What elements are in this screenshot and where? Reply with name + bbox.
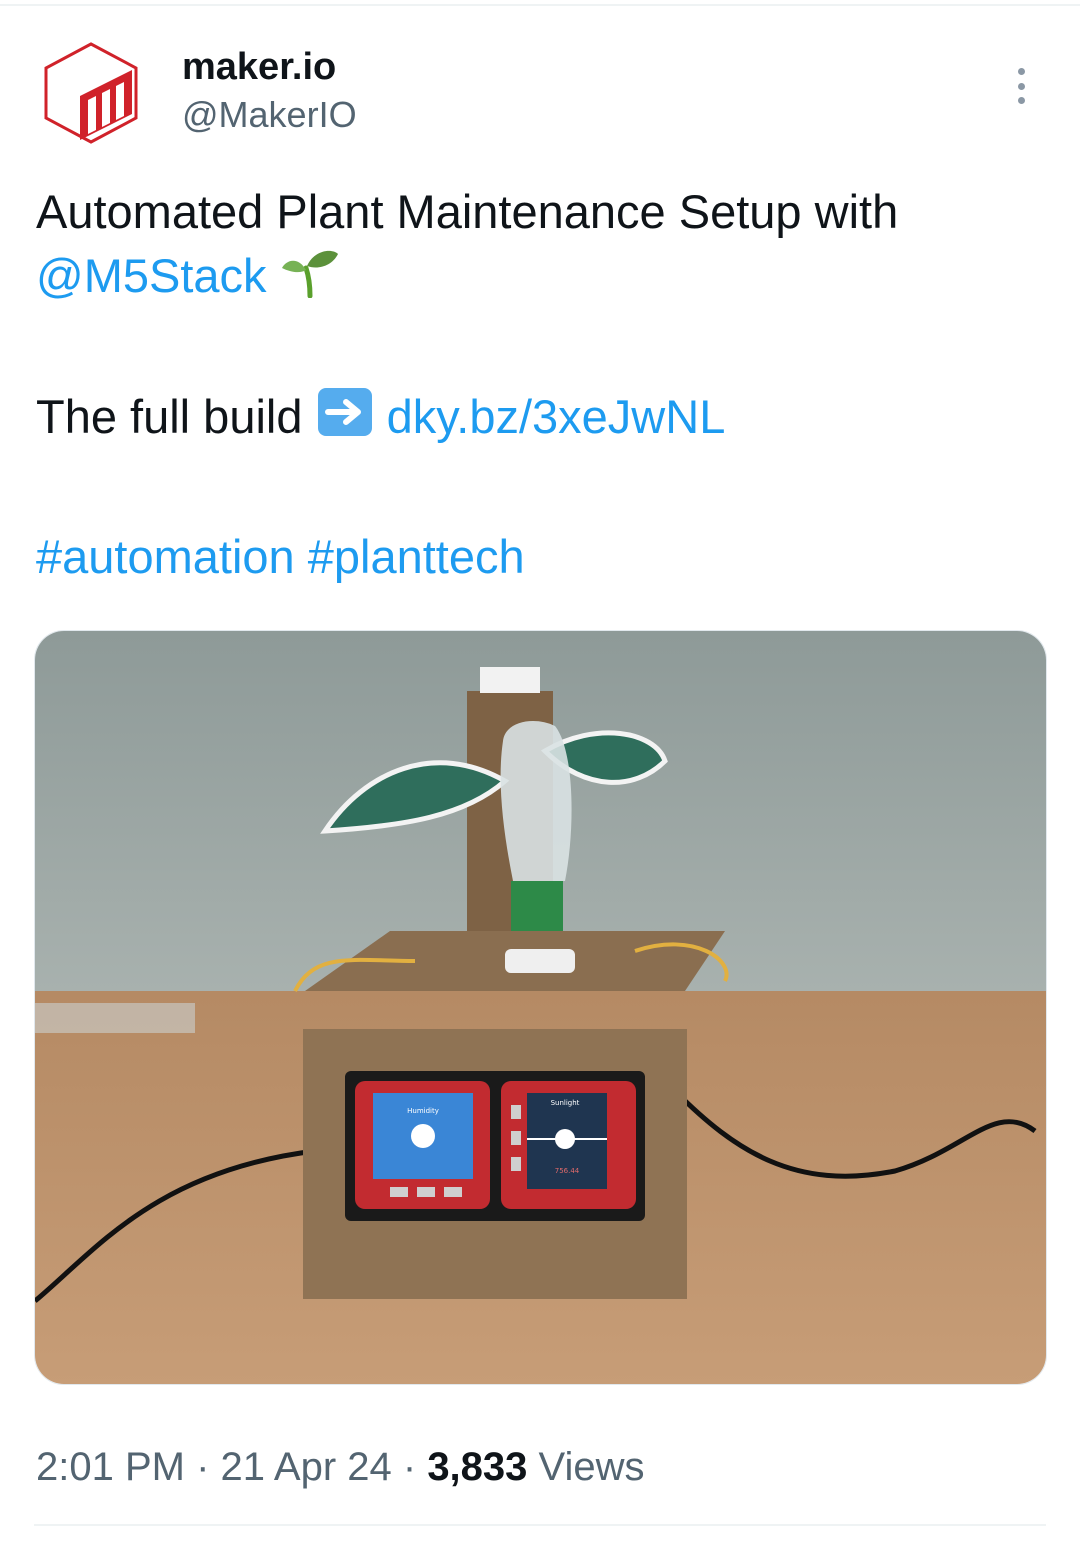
- dot: [1017, 82, 1025, 90]
- right-screen-label: Sunlight: [551, 1099, 580, 1107]
- seedling-emoji: [280, 246, 340, 314]
- views-label[interactable]: Views: [527, 1445, 645, 1489]
- views-count[interactable]: 3,833: [427, 1445, 527, 1489]
- dot: [1017, 97, 1025, 104]
- full-build-text: The full build: [36, 389, 303, 443]
- tweet-line-3: The full build dky.bz/3xeJwNL: [36, 385, 1046, 455]
- tweet-line-4: #automation #planttech: [36, 525, 1046, 589]
- bottom-divider: [34, 1524, 1046, 1526]
- tweet-line-1: Automated Plant Maintenance Setup with: [36, 185, 899, 238]
- tweet-time[interactable]: 2:01 PM: [36, 1445, 185, 1489]
- top-divider: [0, 4, 1080, 6]
- separator: ·: [184, 1445, 221, 1489]
- author-display-name[interactable]: maker.io: [182, 44, 357, 90]
- hashtag-automation[interactable]: #automation: [36, 530, 295, 583]
- separator: ·: [391, 1445, 428, 1489]
- mention-link[interactable]: @M5Stack: [36, 249, 267, 302]
- build-link[interactable]: dky.bz/3xeJwNL: [387, 390, 726, 443]
- tweet-photo[interactable]: Humidity Sunlight 756.44: [34, 630, 1047, 1385]
- left-screen-label: Humidity: [407, 1107, 439, 1115]
- author-handle[interactable]: @MakerIO: [182, 92, 357, 138]
- tweet-text: Automated Plant Maintenance Setup with @…: [36, 180, 1046, 589]
- water-bottle: [500, 721, 572, 881]
- right-screen-value: 756.44: [555, 1167, 580, 1175]
- right-arrow-emoji: [316, 386, 374, 454]
- more-dots-icon[interactable]: [1006, 66, 1036, 106]
- author-names: maker.io @MakerIO: [182, 44, 357, 138]
- hashtag-planttech[interactable]: #planttech: [308, 530, 525, 583]
- tweet-meta: 2:01 PM · 21 Apr 24 · 3,833 Views: [36, 1440, 645, 1494]
- tweet-date[interactable]: 21 Apr 24: [221, 1445, 392, 1489]
- maker-io-logo-icon[interactable]: [36, 38, 146, 148]
- tweet-line-2: @M5Stack: [36, 244, 1046, 314]
- tweet-header: maker.io @MakerIO: [36, 38, 1046, 148]
- dot: [1017, 68, 1025, 75]
